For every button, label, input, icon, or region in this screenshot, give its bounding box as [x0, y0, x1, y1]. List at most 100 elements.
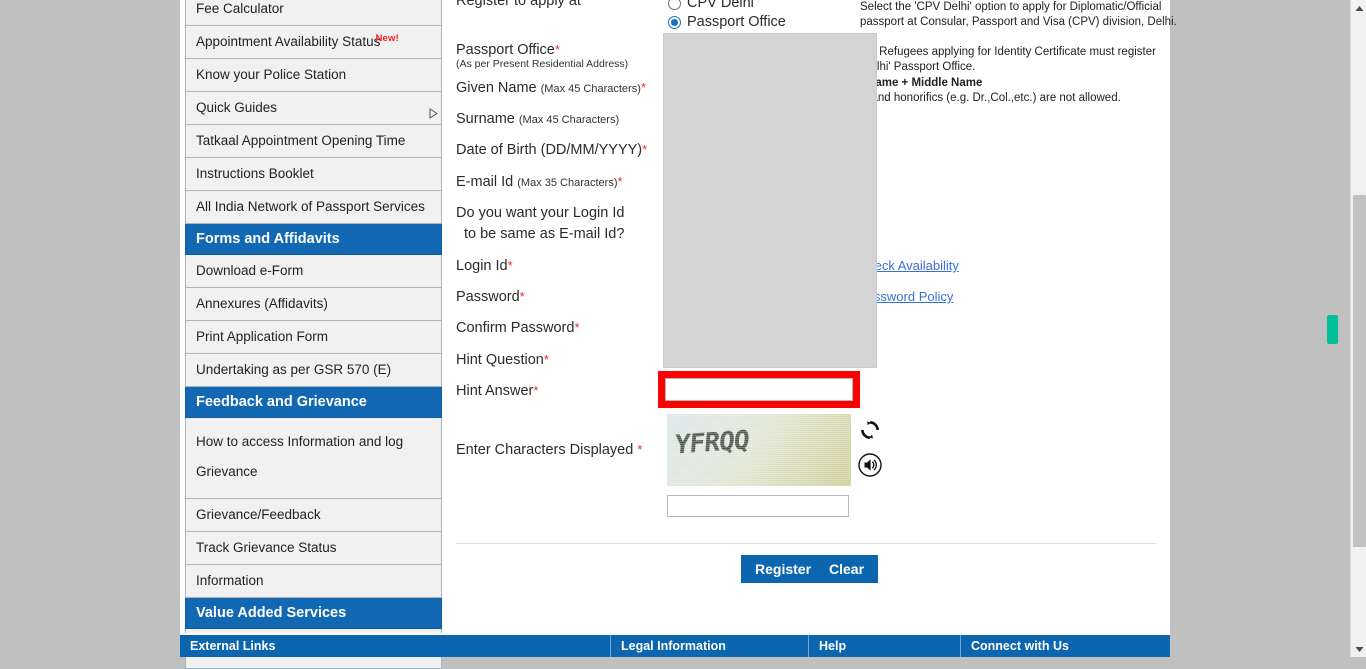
label-hint: (Max 35 Characters) — [517, 177, 618, 189]
footer-column-connect-with-us[interactable]: Connect with Us — [960, 635, 1170, 657]
label-hint-answer: Hint Answer* — [456, 383, 538, 399]
label-text: Password — [456, 289, 520, 305]
sidebar-heading-forms-and-affidavits: Forms and Affidavits — [185, 224, 442, 255]
sidebar-item-undertaking-gsr-570[interactable]: Undertaking as per GSR 570 (E) — [185, 354, 442, 387]
hint-answer-input[interactable] — [665, 378, 853, 401]
sidebar-item-grievance-feedback[interactable]: Grievance/Feedback — [185, 499, 442, 532]
sidebar-item-information[interactable]: Information — [185, 565, 442, 598]
required-marker: * — [637, 442, 643, 457]
label-hint: (Max 45 Characters) — [540, 83, 641, 95]
new-badge: New! — [375, 33, 399, 44]
required-marker: * — [617, 174, 623, 189]
sidebar-item-how-to-access-information[interactable]: How to access Information and log Grieva… — [185, 418, 442, 499]
sidebar-item-know-your-police-station[interactable]: Know your Police Station — [185, 59, 442, 92]
scrollbar-find-marker — [1327, 315, 1338, 344]
sidebar-item-label: Track Grievance Status — [196, 540, 337, 555]
captcha-input[interactable] — [667, 495, 849, 517]
help-text-name-format: t Name + Middle Name ls and honorifics (… — [860, 76, 1180, 106]
browser-scrollbar[interactable] — [1327, 0, 1366, 657]
sidebar-item-tatkaal-appointment-opening-time[interactable]: Tatkaal Appointment Opening Time — [185, 125, 442, 158]
label-line-1: Do you want your Login Id — [456, 205, 625, 221]
label-surname: Surname (Max 45 Characters) — [456, 111, 619, 127]
sidebar-item-label: All India Network of Passport Services — [196, 199, 425, 214]
help-line-1: t Name + Middle Name — [860, 77, 983, 89]
radio-label: Passport Office — [687, 14, 786, 30]
sidebar: Fee Calculator Appointment Availability … — [185, 0, 442, 669]
required-marker: * — [519, 289, 525, 304]
sidebar-item-appointment-availability-status[interactable]: Appointment Availability Status New! — [185, 26, 442, 59]
sidebar-item-track-grievance-status[interactable]: Track Grievance Status — [185, 532, 442, 565]
label-text: Confirm Password — [456, 320, 575, 336]
sidebar-item-label: Download e-Form — [196, 263, 304, 278]
radio-option-cpv-delhi[interactable]: CPV Delhi — [668, 0, 754, 11]
sidebar-item-label: Quick Guides — [196, 100, 278, 115]
required-marker: * — [640, 80, 646, 95]
required-marker: * — [554, 42, 560, 57]
label-text: Surname — [456, 111, 515, 127]
sidebar-item-fee-calculator[interactable]: Fee Calculator — [185, 0, 442, 26]
footer-column-external-links[interactable]: External Links — [180, 635, 610, 657]
captcha-noise-overlay — [667, 414, 851, 486]
footer-column-legal-information[interactable]: Legal Information — [610, 635, 808, 657]
sidebar-item-print-application-form[interactable]: Print Application Form — [185, 321, 442, 354]
scroll-up-arrow-icon[interactable] — [1351, 0, 1366, 16]
sidebar-item-label: Print Application Form — [196, 329, 329, 344]
label-text: Date of Birth (DD/MM/YYYY) — [456, 142, 643, 158]
required-marker: * — [507, 258, 513, 273]
sidebar-item-all-india-network[interactable]: All India Network of Passport Services — [185, 191, 442, 224]
refresh-icon[interactable] — [857, 417, 883, 443]
sidebar-item-label: Information — [196, 573, 264, 588]
sidebar-item-quick-guides[interactable]: Quick Guides — [185, 92, 442, 125]
sidebar-item-annexures-affidavits[interactable]: Annexures (Affidavits) — [185, 288, 442, 321]
sidebar-item-download-eform[interactable]: Download e-Form — [185, 255, 442, 288]
radio-option-passport-office[interactable]: Passport Office — [668, 14, 786, 30]
label-hint-question: Hint Question* — [456, 352, 549, 368]
sidebar-heading-value-added-services: Value Added Services — [185, 598, 442, 629]
label-line-2: to be same as E-mail Id? — [464, 226, 625, 242]
help-line-1: tan Refugees applying for Identity Certi… — [860, 46, 1156, 58]
radio-label: CPV Delhi — [687, 0, 754, 11]
label-confirm-password: Confirm Password* — [456, 320, 580, 336]
label-text: Login Id — [456, 258, 508, 274]
sidebar-item-label: Fee Calculator — [196, 1, 284, 16]
scrollbar-thumb[interactable] — [1353, 195, 1366, 547]
required-marker: * — [543, 352, 549, 367]
sidebar-item-label: Instructions Booklet — [196, 166, 314, 181]
sidebar-item-label: Grievance/Feedback — [196, 507, 321, 522]
footer-column-help[interactable]: Help — [808, 635, 960, 657]
sidebar-item-label: Undertaking as per GSR 570 (E) — [196, 362, 392, 377]
sidebar-heading-feedback-and-grievance: Feedback and Grievance — [185, 387, 442, 418]
sidebar-item-label: Annexures (Affidavits) — [196, 296, 328, 311]
label-passport-office: Passport Office* (As per Present Residen… — [456, 42, 628, 70]
captcha-image: YFRQQ — [667, 414, 851, 486]
required-marker: * — [642, 142, 648, 157]
radio-button[interactable] — [668, 0, 681, 10]
clear-button[interactable]: Clear — [815, 555, 879, 583]
speaker-icon[interactable] — [857, 452, 883, 478]
label-text: Given Name — [456, 80, 537, 96]
chevron-right-icon — [422, 103, 438, 119]
label-login-id: Login Id* — [456, 258, 513, 274]
label-text: E-mail Id — [456, 174, 514, 190]
label-login-same-as-email: Do you want your Login Id to be same as … — [456, 203, 624, 245]
register-button[interactable]: Register — [741, 555, 826, 583]
sidebar-item-label: Tatkaal Appointment Opening Time — [196, 133, 406, 148]
radio-button-selected[interactable] — [668, 15, 681, 29]
label-text: Hint Question — [456, 352, 544, 368]
help-line-2: ls and honorifics (e.g. Dr.,Col.,etc.) a… — [860, 92, 1121, 104]
label-register-to-apply-at: Register to apply at — [456, 0, 581, 9]
sidebar-item-instructions-booklet[interactable]: Instructions Booklet — [185, 158, 442, 191]
required-marker: * — [574, 320, 580, 335]
sidebar-item-label: Know your Police Station — [196, 67, 347, 82]
footer-bar: External Links Legal Information Help Co… — [180, 633, 1170, 657]
scroll-down-arrow-icon[interactable] — [1351, 641, 1366, 657]
label-text: Hint Answer — [456, 383, 534, 399]
form-divider — [456, 543, 1156, 544]
label-text: Passport Office — [456, 42, 555, 58]
page-root: Fee Calculator Appointment Availability … — [0, 0, 1366, 669]
passport-office-dropdown-panel[interactable] — [663, 33, 877, 368]
passport-office-sublabel: (As per Present Residential Address) — [456, 58, 629, 70]
label-hint: (Max 45 Characters) — [518, 114, 620, 126]
label-date-of-birth: Date of Birth (DD/MM/YYYY)* — [456, 142, 647, 158]
help-line-2: 'Delhi' Passport Office. — [860, 61, 976, 73]
